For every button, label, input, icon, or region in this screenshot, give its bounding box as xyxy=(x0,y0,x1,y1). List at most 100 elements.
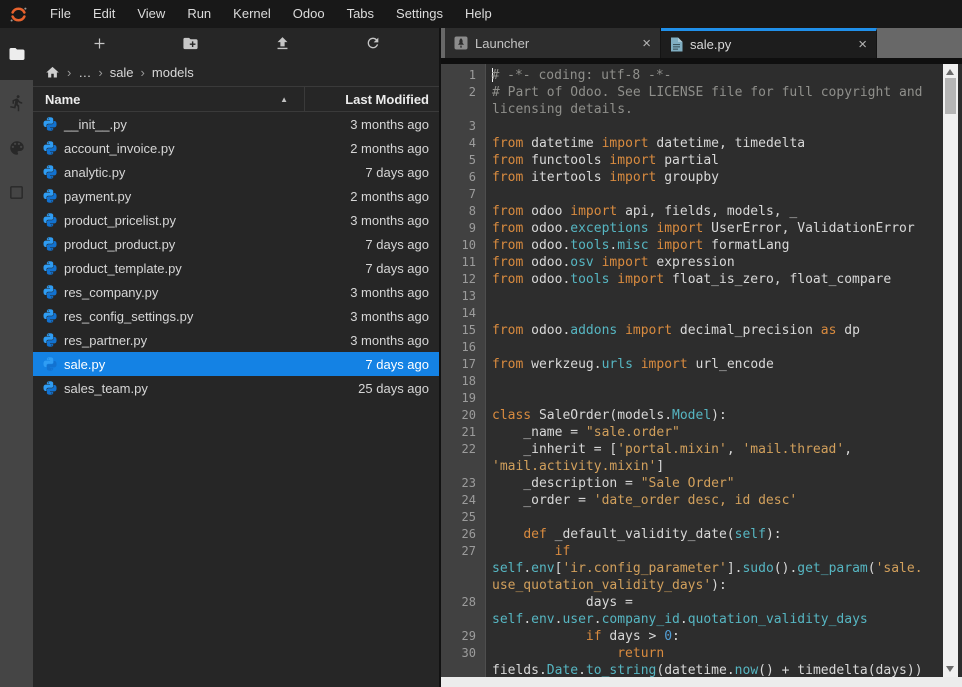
line-number xyxy=(441,101,485,118)
scroll-up-arrow-icon[interactable] xyxy=(946,69,954,75)
code-row: 4from datetime import datetime, timedelt… xyxy=(441,135,941,152)
file-modified: 3 months ago xyxy=(350,213,439,228)
vertical-scrollbar-thumb[interactable] xyxy=(945,78,956,114)
editor-pane: Launcher×sale.py× 1# -*- coding: utf-8 -… xyxy=(441,28,962,687)
vertical-scrollbar[interactable] xyxy=(943,64,958,677)
column-header-name[interactable]: Name ▲ xyxy=(33,87,304,111)
upload-button[interactable] xyxy=(274,35,291,52)
menu-item-file[interactable]: File xyxy=(39,0,82,28)
file-row[interactable]: sales_team.py25 days ago xyxy=(33,376,439,400)
line-number: 19 xyxy=(441,390,485,407)
file-row[interactable]: payment.py2 months ago xyxy=(33,184,439,208)
column-header-modified[interactable]: Last Modified xyxy=(304,87,439,111)
chevron-right-icon: › xyxy=(98,65,102,80)
line-number: 9 xyxy=(441,220,485,237)
sidebar-tab-open-tabs[interactable] xyxy=(0,170,33,215)
file-row[interactable]: account_invoice.py2 months ago xyxy=(33,136,439,160)
line-number: 2 xyxy=(441,84,485,101)
code-row: 22 _inherit = ['portal.mixin', 'mail.thr… xyxy=(441,441,941,458)
code-line: self.env['ir.config_parameter'].sudo().g… xyxy=(485,560,923,577)
line-number: 10 xyxy=(441,237,485,254)
file-row[interactable]: product_pricelist.py 3 months ago xyxy=(33,208,439,232)
code-line xyxy=(485,339,492,356)
code-row: 18 xyxy=(441,373,941,390)
python-icon xyxy=(43,309,57,323)
python-icon xyxy=(43,237,57,251)
line-number: 23 xyxy=(441,475,485,492)
menu-item-run[interactable]: Run xyxy=(176,0,222,28)
file-row[interactable]: analytic.py7 days ago xyxy=(33,160,439,184)
tab-sale-py[interactable]: sale.py× xyxy=(661,28,877,58)
breadcrumb-home[interactable] xyxy=(45,65,60,80)
file-row[interactable]: res_company.py3 months ago xyxy=(33,280,439,304)
code-row: 20class SaleOrder(models.Model): xyxy=(441,407,941,424)
menu: FileEditViewRunKernelOdooTabsSettingsHel… xyxy=(39,0,503,28)
code-line: licensing details. xyxy=(485,101,633,118)
file-name: product_pricelist.py xyxy=(64,213,176,228)
refresh-button[interactable] xyxy=(365,35,381,51)
tab-launcher[interactable]: Launcher× xyxy=(445,28,661,58)
code-row: 9from odoo.exceptions import UserError, … xyxy=(441,220,941,237)
file-list-header: Name ▲ Last Modified xyxy=(33,86,439,112)
code-line: self.env.user.company_id.quotation_valid… xyxy=(485,611,868,628)
code-line xyxy=(485,390,492,407)
main-area: ›…›sale›models Name ▲ Last Modified __in… xyxy=(0,28,962,687)
code-line: days = xyxy=(485,594,633,611)
file-modified: 7 days ago xyxy=(365,261,439,276)
code-row: 13 xyxy=(441,288,941,305)
menu-item-kernel[interactable]: Kernel xyxy=(222,0,282,28)
code-line: from odoo.exceptions import UserError, V… xyxy=(485,220,915,237)
breadcrumb: ›…›sale›models xyxy=(33,58,439,86)
code-line: class SaleOrder(models.Model): xyxy=(485,407,727,424)
code-area[interactable]: 1# -*- coding: utf-8 -*-2# Part of Odoo.… xyxy=(441,64,941,677)
code-line: _inherit = ['portal.mixin', 'mail.thread… xyxy=(485,441,852,458)
code-line: _name = "sale.order" xyxy=(485,424,680,441)
new-folder-button[interactable] xyxy=(182,35,199,52)
code-row: use_quotation_validity_days'): xyxy=(441,577,941,594)
column-header-name-label: Name xyxy=(45,92,80,107)
python-icon xyxy=(43,165,57,179)
file-row[interactable]: res_partner.py3 months ago xyxy=(33,328,439,352)
plus-icon xyxy=(91,35,108,52)
code-row: 15from odoo.addons import decimal_precis… xyxy=(441,322,941,339)
close-icon[interactable]: × xyxy=(858,37,867,52)
file-row[interactable]: sale.py7 days ago xyxy=(33,352,439,376)
python-icon xyxy=(43,357,57,371)
line-number: 30 xyxy=(441,645,485,662)
new-launcher-button[interactable] xyxy=(91,35,108,52)
breadcrumb-segment-ellipsis[interactable]: … xyxy=(78,65,91,80)
line-number xyxy=(441,577,485,594)
menu-item-tabs[interactable]: Tabs xyxy=(336,0,385,28)
line-number: 26 xyxy=(441,526,485,543)
menu-item-settings[interactable]: Settings xyxy=(385,0,454,28)
menu-item-view[interactable]: View xyxy=(126,0,176,28)
files-icon xyxy=(8,45,26,63)
code-row: self.env.user.company_id.quotation_valid… xyxy=(441,611,941,628)
breadcrumb-segment-sale[interactable]: sale xyxy=(110,65,134,80)
file-row[interactable]: product_template.py7 days ago xyxy=(33,256,439,280)
code-editor[interactable]: 1# -*- coding: utf-8 -*-2# Part of Odoo.… xyxy=(441,64,962,677)
code-row: 16 xyxy=(441,339,941,356)
line-number: 28 xyxy=(441,594,485,611)
menu-item-edit[interactable]: Edit xyxy=(82,0,126,28)
python-icon xyxy=(43,333,57,347)
sidebar-tab-running-sessions[interactable] xyxy=(0,80,33,125)
scroll-down-arrow-icon[interactable] xyxy=(946,666,954,672)
close-icon[interactable]: × xyxy=(642,36,651,51)
line-number: 3 xyxy=(441,118,485,135)
horizontal-scrollbar[interactable] xyxy=(441,677,962,687)
file-list: __init__.py3 months agoaccount_invoice.p… xyxy=(33,112,439,687)
file-name: res_config_settings.py xyxy=(64,309,193,324)
file-modified: 3 months ago xyxy=(350,285,439,300)
code-row: 'mail.activity.mixin'] xyxy=(441,458,941,475)
file-row[interactable]: __init__.py3 months ago xyxy=(33,112,439,136)
sidebar-tab-file-browser[interactable] xyxy=(0,28,33,80)
sidebar-tab-command-palette[interactable] xyxy=(0,125,33,170)
menu-item-help[interactable]: Help xyxy=(454,0,503,28)
code-line: from odoo.osv import expression xyxy=(485,254,735,271)
menu-item-odoo[interactable]: Odoo xyxy=(282,0,336,28)
file-row[interactable]: product_product.py7 days ago xyxy=(33,232,439,256)
line-number: 6 xyxy=(441,169,485,186)
line-number: 17 xyxy=(441,356,485,373)
file-row[interactable]: res_config_settings.py3 months ago xyxy=(33,304,439,328)
